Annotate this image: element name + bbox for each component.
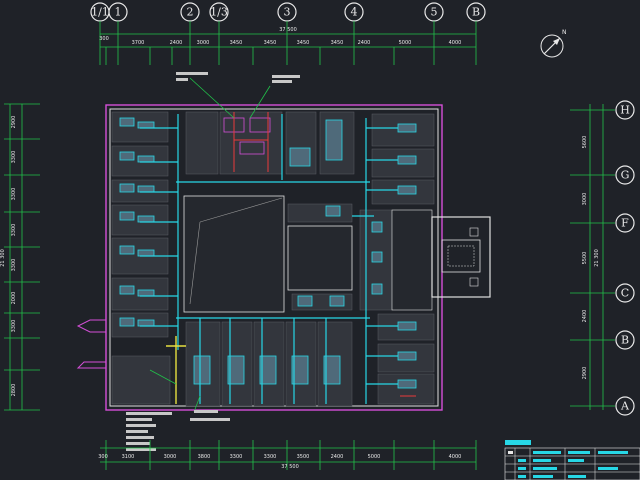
svg-text:H: H <box>620 104 630 117</box>
dim-bottom-5: 3300 <box>264 454 277 460</box>
svg-text:1: 1 <box>115 6 122 19</box>
dim-top-4: 3450 <box>230 40 243 46</box>
axis-bubble-g: G <box>615 165 635 185</box>
dim-top-5: 3450 <box>264 40 277 46</box>
dim-bottom-8: 5000 <box>368 454 381 460</box>
axis-bubble-b: B <box>466 2 486 22</box>
axis-bubble-h: H <box>615 100 635 120</box>
dim-right-total: 21 300 <box>594 249 600 267</box>
dim-edge-bottom: 300 <box>98 454 108 460</box>
axis-bubble-c: C <box>615 283 635 303</box>
dim-right-4: 2400 <box>582 310 588 323</box>
courtyard <box>183 195 353 313</box>
svg-text:2: 2 <box>187 6 194 19</box>
cad-drawing: 1/1 1 2 1/3 3 4 5 B 300 37 500 3700 2400… <box>0 2 640 480</box>
dim-left-5: 3300 <box>11 259 17 272</box>
dim-left-3: 3300 <box>11 188 17 201</box>
axis-bubble-5: 5 <box>424 2 444 22</box>
dim-top-9: 5000 <box>399 40 412 46</box>
dim-edge-top: 300 <box>99 36 109 42</box>
dim-left-1: 2900 <box>11 116 17 129</box>
north-label: N <box>562 29 567 36</box>
dim-top-3: 3000 <box>197 40 210 46</box>
top-center-rooms <box>185 111 355 175</box>
dim-right-5: 2900 <box>582 367 588 380</box>
svg-text:A: A <box>620 400 630 413</box>
top-axis-bubbles: 1/1 1 2 1/3 3 4 5 B <box>90 2 486 22</box>
dim-total-bottom: 37 500 <box>281 464 299 470</box>
svg-text:5: 5 <box>431 6 438 19</box>
axis-bubble-a: A <box>615 396 635 416</box>
right-dim-lines <box>570 104 615 410</box>
axis-bubble-3: 3 <box>277 2 297 22</box>
axis-bubble-2: 2 <box>180 2 200 22</box>
right-axis-bubbles: H G F C B A <box>615 100 635 416</box>
right-wing <box>359 209 491 311</box>
left-dimensions: 2900 3300 3300 3300 3300 2000 3300 2800 … <box>0 116 17 397</box>
dim-top-6: 3450 <box>297 40 310 46</box>
svg-text:3: 3 <box>284 6 291 19</box>
dim-top-8: 2400 <box>358 40 371 46</box>
dim-left-total: 21 300 <box>0 249 6 267</box>
north-arrow: N <box>540 29 567 58</box>
dim-top-1: 3700 <box>132 40 145 46</box>
dim-left-4: 3300 <box>11 224 17 237</box>
axis-bubble-1-1: 1/1 <box>90 2 110 22</box>
axis-bubble-b-right: B <box>615 330 635 350</box>
dim-bottom-9: 4000 <box>449 454 462 460</box>
building-plan <box>76 72 491 451</box>
dim-bottom-6: 3500 <box>297 454 310 460</box>
dim-left-8: 2800 <box>11 384 17 397</box>
dim-left-2: 3300 <box>11 151 17 164</box>
dim-bottom-2: 3000 <box>164 454 177 460</box>
axis-bubble-1-3: 1/3 <box>209 2 229 22</box>
dim-bottom-4: 3300 <box>230 454 243 460</box>
svg-text:B: B <box>472 6 480 19</box>
dim-total-top: 37 500 <box>279 27 297 33</box>
bottom-right-rooms <box>377 313 435 405</box>
dim-bottom-3: 3800 <box>198 454 211 460</box>
svg-text:G: G <box>621 169 630 182</box>
left-rooms <box>111 111 171 405</box>
axis-bubble-4: 4 <box>344 2 364 22</box>
dim-left-6: 2000 <box>11 292 17 305</box>
bottom-rooms <box>185 321 353 407</box>
svg-text:F: F <box>621 217 629 230</box>
dim-top-7: 3450 <box>331 40 344 46</box>
pipe-connectors <box>76 319 106 369</box>
axis-bubble-1: 1 <box>108 2 128 22</box>
dim-top-2: 2400 <box>170 40 183 46</box>
svg-text:B: B <box>621 334 629 347</box>
top-dimensions: 300 37 500 3700 2400 3000 3450 3450 3450… <box>99 27 461 46</box>
svg-text:C: C <box>621 287 629 300</box>
dim-bottom-7: 2400 <box>331 454 344 460</box>
dim-right-2: 3000 <box>582 193 588 206</box>
legend-table <box>504 440 640 480</box>
dim-right-1: 5600 <box>582 136 588 149</box>
svg-text:4: 4 <box>351 6 358 19</box>
axis-bubble-f: F <box>615 213 635 233</box>
svg-text:1/3: 1/3 <box>210 6 228 19</box>
right-dimensions: 5600 3000 5500 2400 2900 21 300 <box>582 136 600 380</box>
dim-left-7: 3300 <box>11 320 17 333</box>
dim-top-10: 4000 <box>449 40 462 46</box>
dim-bottom-1: 3100 <box>122 454 135 460</box>
left-dim-lines <box>4 103 40 411</box>
dim-right-3: 5500 <box>582 252 588 265</box>
svg-text:1/1: 1/1 <box>91 6 109 19</box>
